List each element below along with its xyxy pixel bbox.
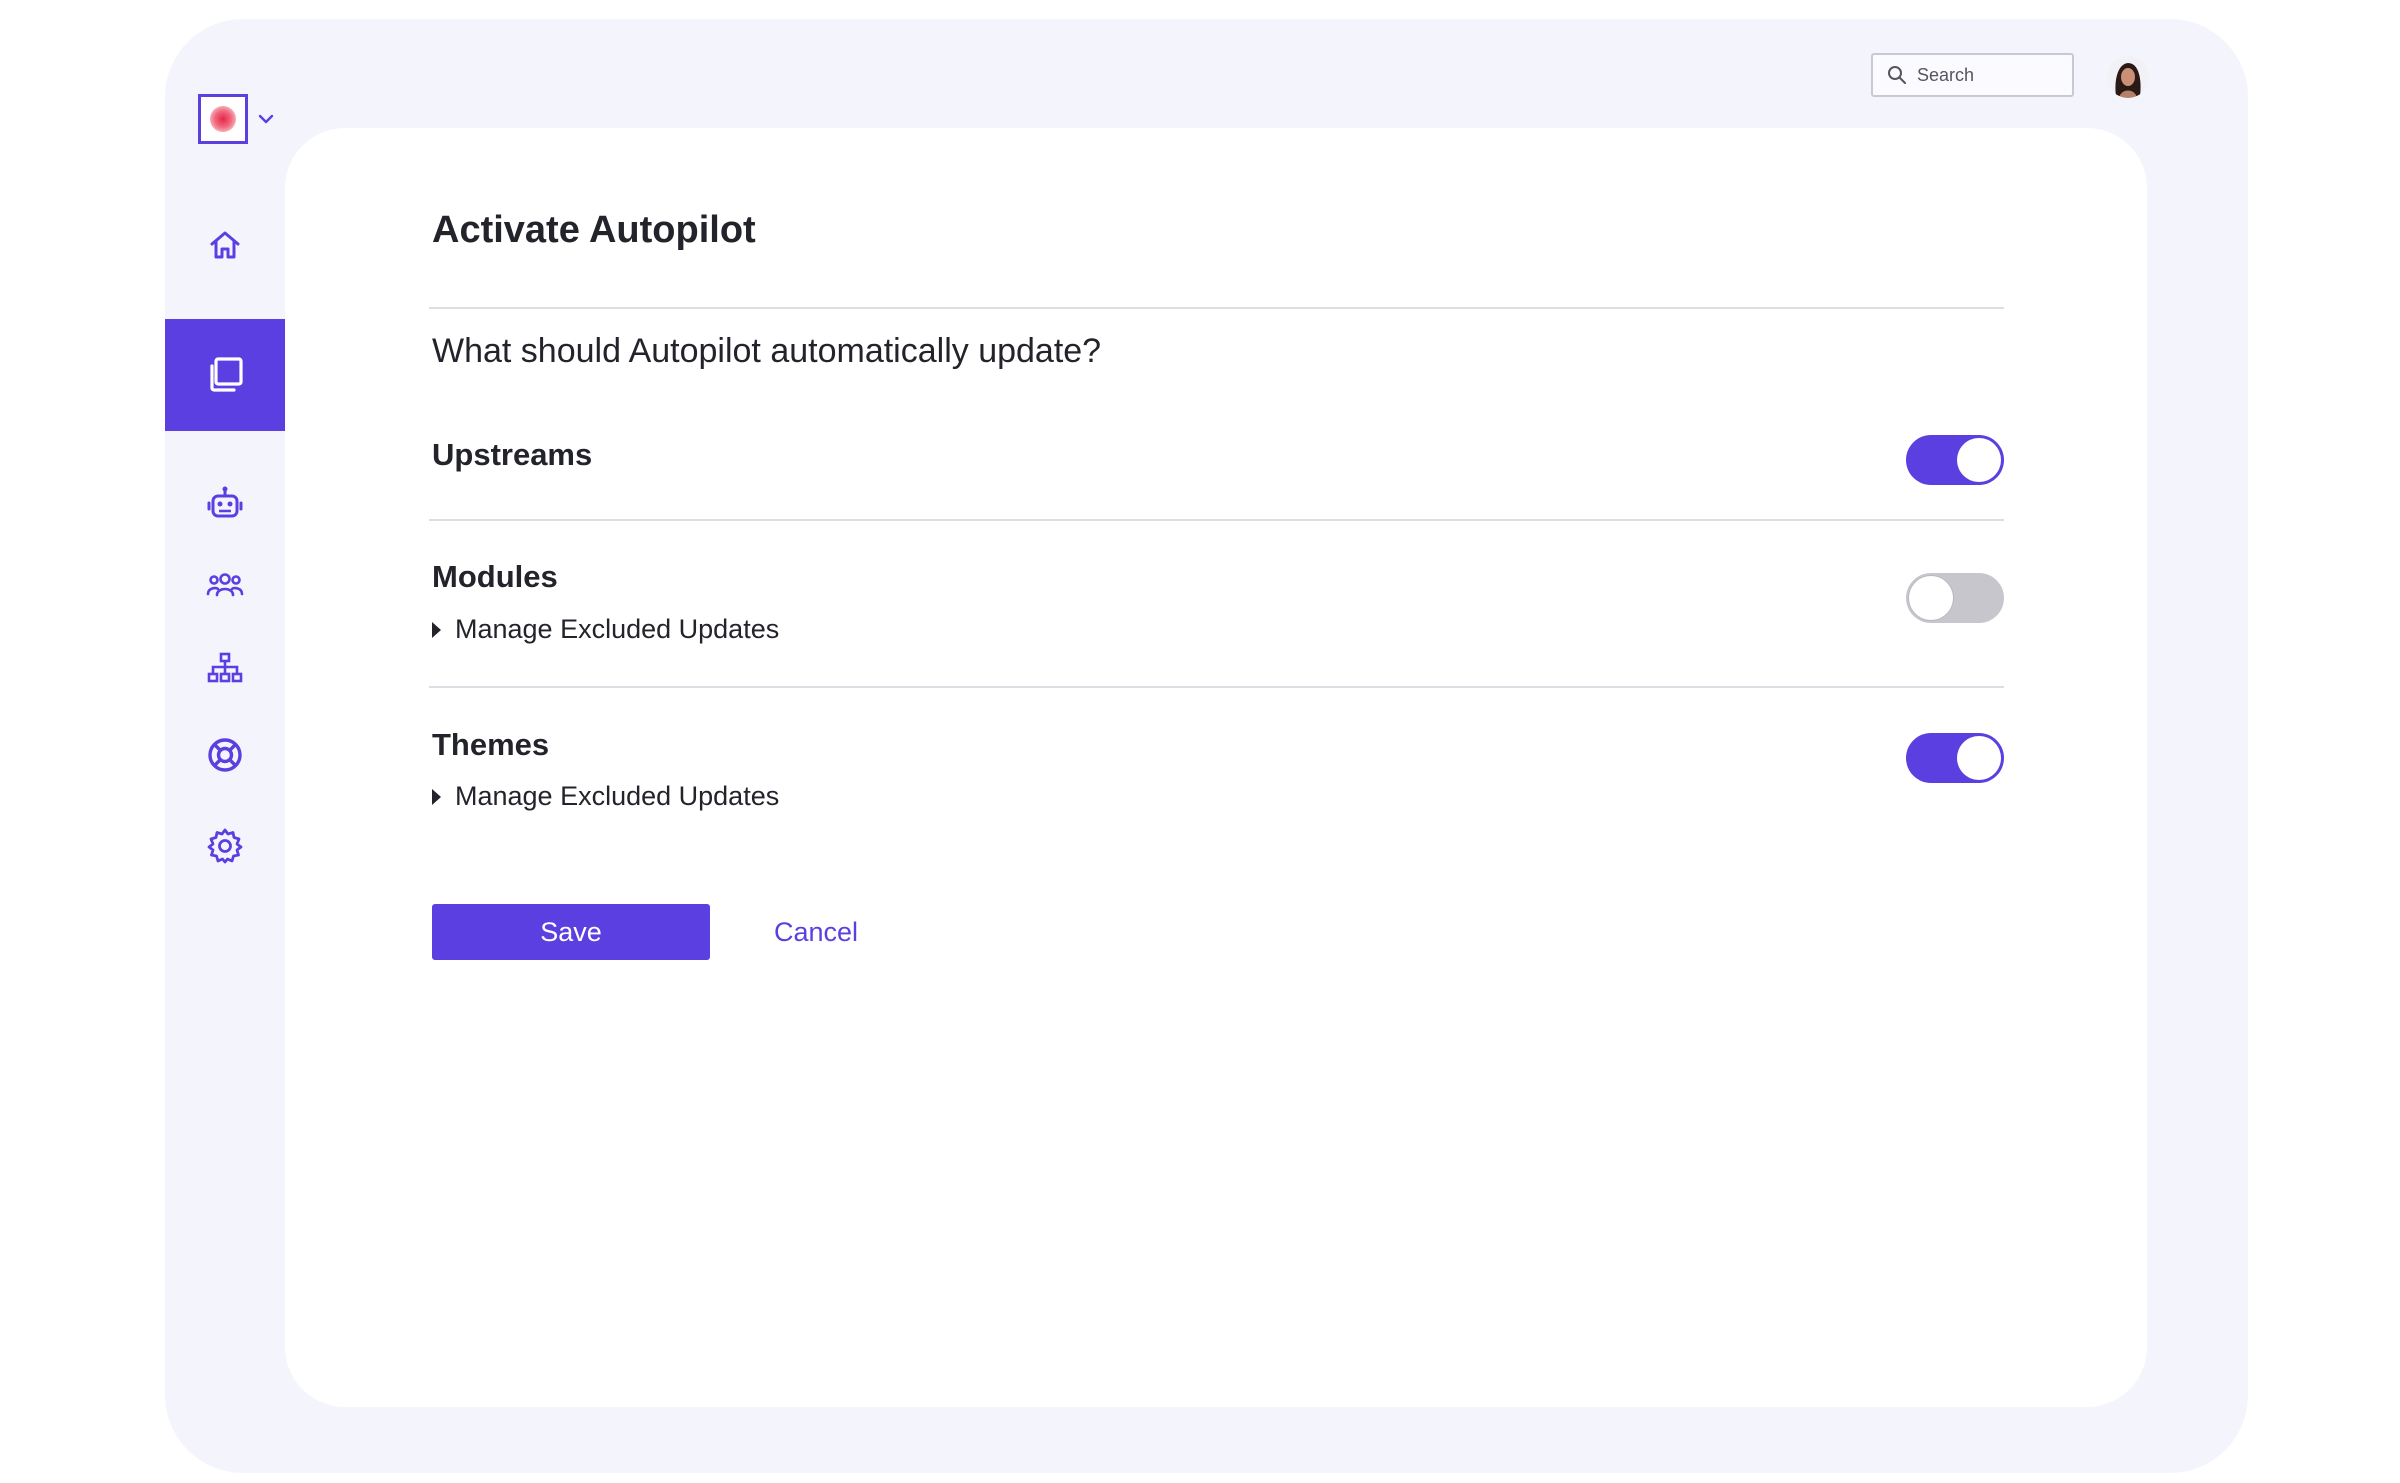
chevron-down-icon	[258, 114, 274, 124]
sidebar-item-sites[interactable]	[165, 319, 285, 431]
divider	[429, 307, 2004, 309]
save-button[interactable]: Save	[432, 904, 710, 960]
robot-icon	[207, 486, 243, 518]
lifebuoy-icon	[208, 738, 242, 772]
divider	[429, 519, 2004, 521]
users-icon	[206, 573, 244, 597]
workspace-switcher[interactable]	[198, 94, 274, 144]
search-icon	[1888, 66, 1906, 84]
sidebar-item-autopilot[interactable]	[165, 464, 285, 544]
search-input[interactable]	[1917, 64, 2057, 86]
sidebar-item-organization[interactable]	[165, 628, 285, 708]
themes-label: Themes	[432, 727, 550, 762]
expander-label: Manage Excluded Updates	[455, 781, 780, 811]
caret-right-icon	[432, 621, 441, 638]
gear-icon	[207, 828, 243, 864]
toggle-knob	[1957, 736, 2001, 780]
main-card	[285, 128, 2147, 1407]
upstreams-toggle[interactable]	[1906, 435, 2004, 485]
cancel-button[interactable]: Cancel	[774, 917, 858, 948]
sidebar-item-settings[interactable]	[165, 806, 285, 886]
sitemap-icon	[207, 652, 243, 683]
search-box[interactable]	[1871, 53, 2074, 97]
modules-toggle[interactable]	[1906, 573, 2004, 623]
expander-label: Manage Excluded Updates	[455, 614, 780, 644]
user-avatar[interactable]	[2107, 56, 2149, 98]
sidebar-item-support[interactable]	[165, 715, 285, 795]
divider	[429, 686, 2004, 688]
sidebar-item-home[interactable]	[165, 205, 285, 285]
toggle-knob	[1909, 576, 1953, 620]
caret-right-icon	[432, 788, 441, 805]
brand-logo	[198, 94, 248, 144]
page-title: Activate Autopilot	[432, 209, 756, 251]
sidebar-item-team[interactable]	[165, 545, 285, 625]
modules-label: Modules	[432, 559, 558, 594]
toggle-knob	[1957, 438, 2001, 482]
upstreams-label: Upstreams	[432, 437, 593, 472]
home-icon	[210, 231, 240, 259]
section-question: What should Autopilot automatically upda…	[432, 332, 1102, 370]
themes-toggle[interactable]	[1906, 733, 2004, 783]
themes-excluded-updates-expander[interactable]: Manage Excluded Updates	[432, 781, 779, 812]
copy-pages-icon	[210, 357, 243, 392]
modules-excluded-updates-expander[interactable]: Manage Excluded Updates	[432, 614, 779, 645]
